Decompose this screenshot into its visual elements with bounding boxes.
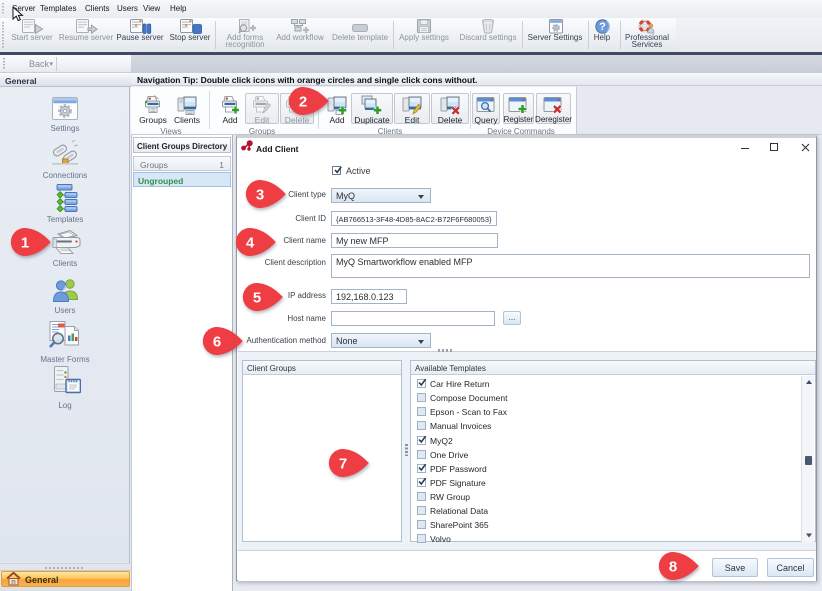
svg-text:3: 3 <box>255 186 263 203</box>
svg-text:5: 5 <box>252 289 260 306</box>
svg-text:4: 4 <box>245 234 254 251</box>
svg-text:1: 1 <box>20 234 28 251</box>
svg-text:7: 7 <box>338 455 346 472</box>
svg-text:2: 2 <box>298 93 306 110</box>
svg-text:8: 8 <box>668 558 676 575</box>
svg-text:?: ? <box>599 21 606 33</box>
svg-text:6: 6 <box>212 333 220 350</box>
